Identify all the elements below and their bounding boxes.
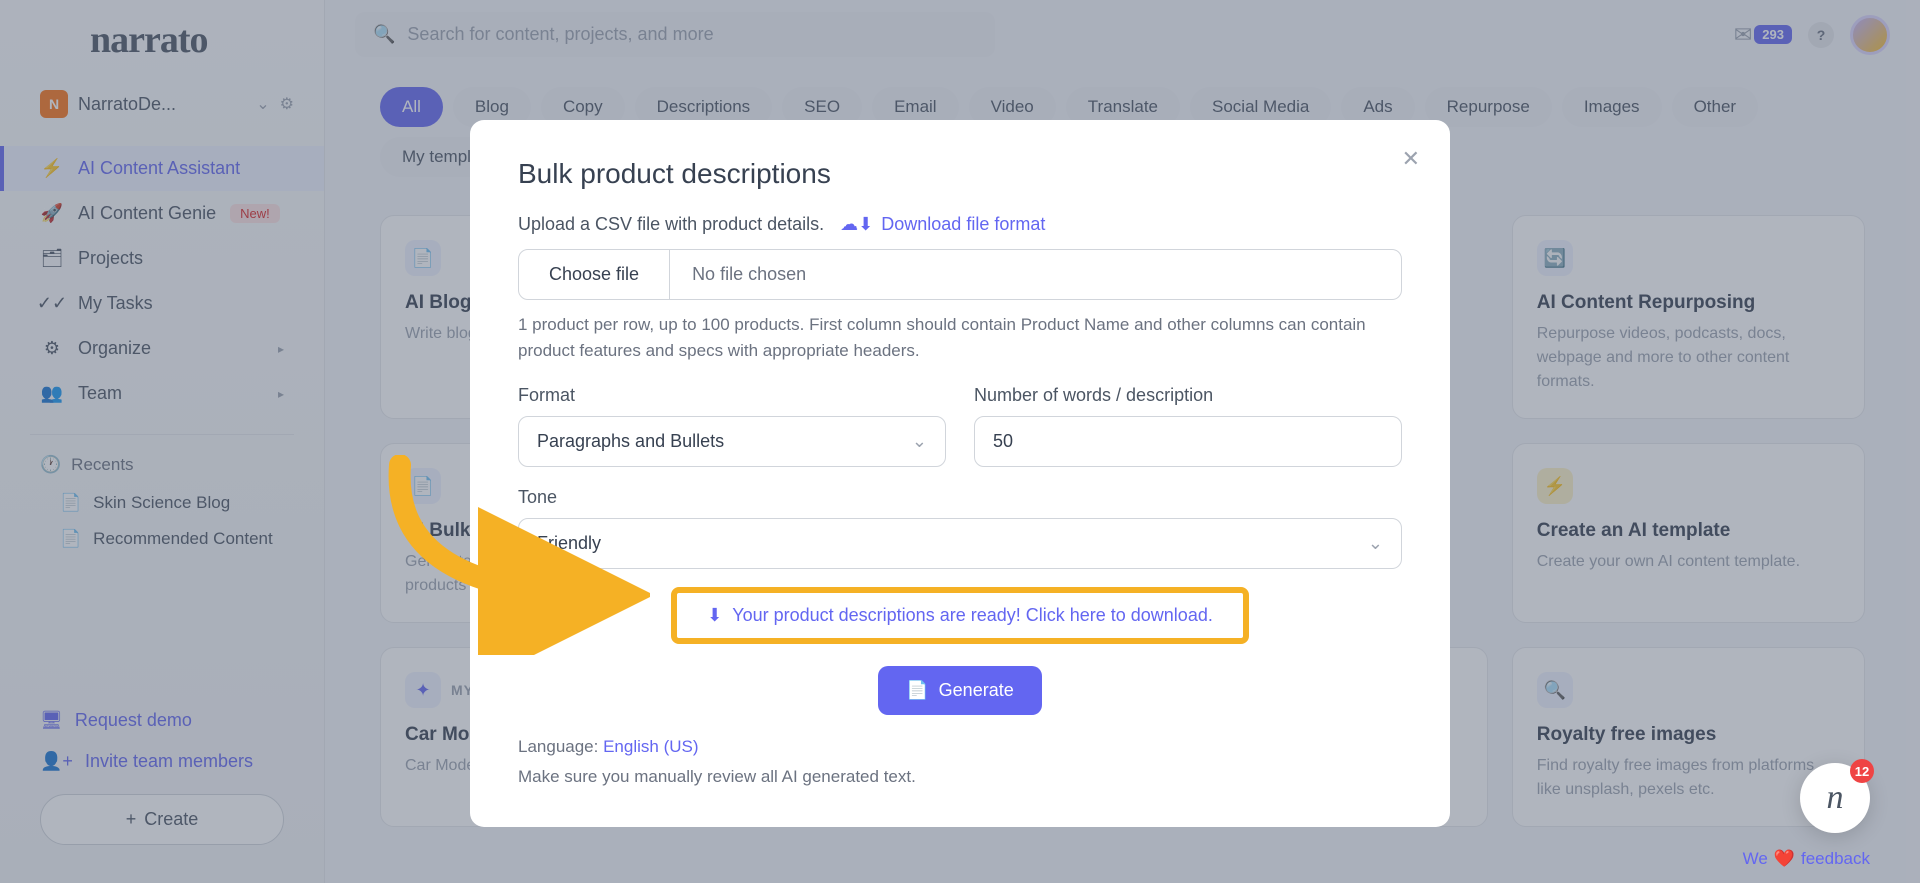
heart-icon: ❤️ xyxy=(1774,849,1795,869)
chevron-down-icon: ⌄ xyxy=(1368,533,1383,554)
choose-file-button[interactable]: Choose file xyxy=(519,250,670,299)
file-input[interactable]: Choose file No file chosen xyxy=(518,249,1402,300)
words-input[interactable]: 50 xyxy=(974,416,1402,467)
download-ready-link[interactable]: ⬇ Your product descriptions are ready! C… xyxy=(707,605,1213,626)
words-label: Number of words / description xyxy=(974,385,1402,406)
modal-title: Bulk product descriptions xyxy=(518,158,1402,190)
modal-bulk-descriptions: ✕ Bulk product descriptions Upload a CSV… xyxy=(470,120,1450,827)
chat-widget[interactable]: n 12 xyxy=(1800,763,1870,833)
modal-overlay: ✕ Bulk product descriptions Upload a CSV… xyxy=(0,0,1920,883)
chevron-down-icon: ⌄ xyxy=(912,431,927,452)
chat-unread-badge: 12 xyxy=(1850,759,1874,783)
language-row: Language: English (US) xyxy=(518,737,1402,757)
ready-highlight: ⬇ Your product descriptions are ready! C… xyxy=(671,587,1249,644)
tone-select[interactable]: Friendly ⌄ xyxy=(518,518,1402,569)
download-icon: ⬇ xyxy=(707,605,722,626)
close-icon[interactable]: ✕ xyxy=(1402,146,1420,172)
tone-label: Tone xyxy=(518,487,1402,508)
helper-text: 1 product per row, up to 100 products. F… xyxy=(518,312,1402,363)
feedback-link[interactable]: We ❤️ feedback xyxy=(1743,849,1870,869)
review-text: Make sure you manually review all AI gen… xyxy=(518,767,1402,787)
format-label: Format xyxy=(518,385,946,406)
file-icon: 📄 xyxy=(906,680,928,701)
upload-label: Upload a CSV file with product details. xyxy=(518,214,824,235)
download-format-link[interactable]: ☁⬇ Download file format xyxy=(840,214,1045,235)
file-status: No file chosen xyxy=(670,250,828,299)
language-link[interactable]: English (US) xyxy=(603,737,698,756)
cloud-download-icon: ☁⬇ xyxy=(840,214,873,235)
format-select[interactable]: Paragraphs and Bullets ⌄ xyxy=(518,416,946,467)
generate-button[interactable]: 📄 Generate xyxy=(878,666,1041,715)
upload-row: Upload a CSV file with product details. … xyxy=(518,214,1402,235)
